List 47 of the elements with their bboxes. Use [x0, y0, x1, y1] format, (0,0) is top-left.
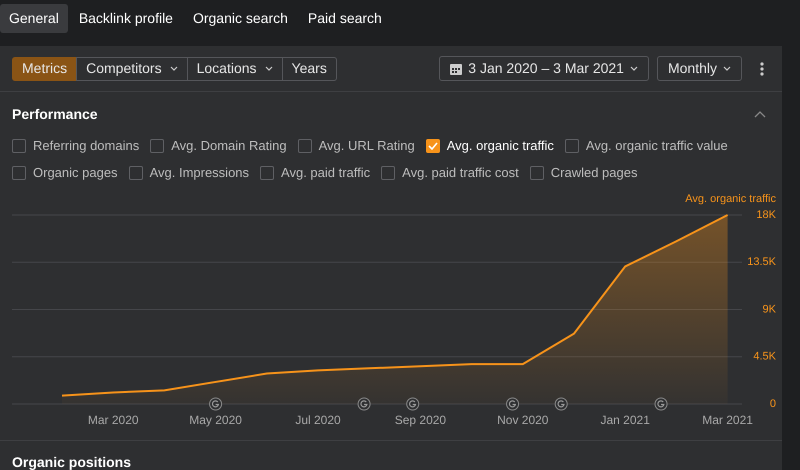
metric-checkbox[interactable]: Crawled pages [530, 162, 638, 182]
chevron-down-icon [630, 66, 638, 72]
metric-checkbox[interactable]: Referring domains [12, 136, 140, 156]
toggle-button[interactable]: Metrics [12, 56, 78, 81]
metric-checkbox[interactable]: Avg. paid traffic cost [381, 162, 519, 182]
x-axis-label: Jul 2020 [295, 413, 341, 427]
section-title: Performance [12, 104, 98, 124]
interval-dropdown[interactable]: Monthly [656, 56, 742, 82]
metric-checkbox[interactable]: Avg. organic traffic [426, 136, 554, 156]
metric-checkbox[interactable]: Avg. URL Rating [298, 136, 415, 156]
tab[interactable]: Paid search [298, 4, 391, 33]
calendar-icon [450, 62, 462, 75]
metric-checkbox[interactable]: Avg. Impressions [128, 162, 250, 182]
y-axis-label: 18K [756, 208, 776, 221]
x-axis-label: Jan 2021 [600, 413, 650, 427]
more-options-icon[interactable] [760, 62, 764, 76]
metric-checkbox[interactable]: Avg. paid traffic [260, 162, 370, 182]
filter-dropdown[interactable]: Competitors [76, 56, 188, 81]
metric-checkbox[interactable]: Avg. Domain Rating [150, 136, 287, 156]
y-axis-label: 0 [770, 398, 776, 410]
x-axis-label: Mar 2020 [88, 413, 139, 427]
checkmark-icon [428, 142, 438, 150]
chevron-down-icon [723, 66, 731, 72]
y-axis-label: 4.5K [753, 350, 776, 363]
update-marker-icon[interactable] [554, 398, 568, 410]
x-axis-label: Mar 2021 [702, 413, 753, 427]
x-axis-label: May 2020 [189, 413, 242, 427]
y-axis-label: 13.5K [747, 256, 776, 268]
toggle-button[interactable]: Years [282, 56, 337, 81]
update-marker-icon[interactable] [506, 398, 520, 410]
tab[interactable]: Organic search [184, 4, 297, 33]
update-marker-icon[interactable] [654, 398, 668, 410]
series-legend: Avg. organic traffic [685, 193, 776, 205]
metric-checkbox[interactable]: Organic pages [12, 162, 118, 182]
metric-checkbox[interactable]: Avg. organic traffic value [564, 136, 728, 156]
date-range-button[interactable]: 3 Jan 2020 – 3 Mar 2021 [439, 56, 649, 82]
tab[interactable]: Backlink profile [70, 4, 182, 33]
x-axis-label: Nov 2020 [497, 413, 548, 427]
x-axis-label: Sep 2020 [394, 413, 446, 427]
update-marker-icon[interactable] [358, 398, 371, 410]
tab[interactable]: General [0, 4, 68, 33]
update-marker-icon[interactable] [209, 398, 222, 410]
y-axis-label: 9K [762, 303, 776, 316]
filter-dropdown[interactable]: Locations [186, 56, 283, 81]
update-marker-icon[interactable] [406, 398, 420, 410]
section-title: Organic positions [12, 453, 132, 470]
collapse-icon[interactable] [754, 110, 766, 118]
